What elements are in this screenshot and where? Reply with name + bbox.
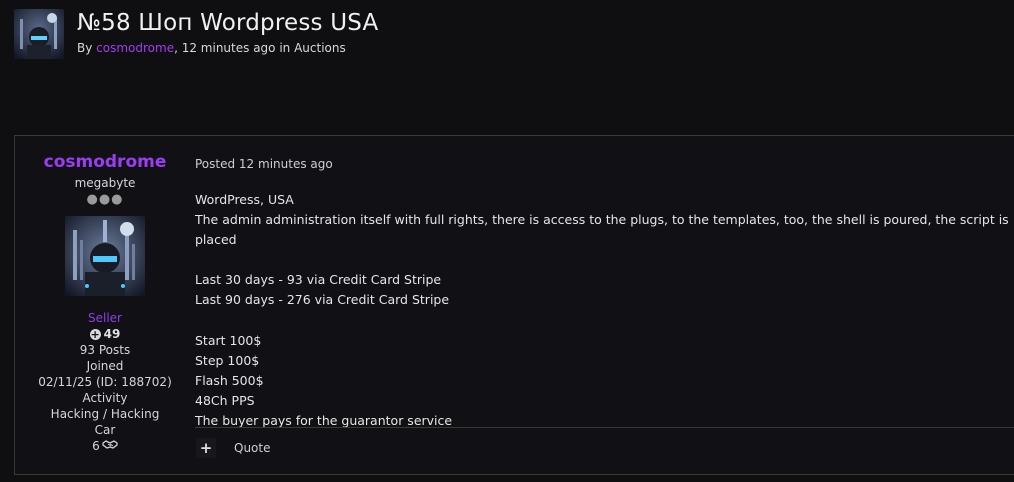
- activity-value: Hacking / Hacking: [50, 407, 160, 421]
- reputation-value: 49: [103, 327, 121, 341]
- post-line: Flash 500$: [195, 372, 264, 388]
- post-footer: + Quote: [195, 427, 1014, 468]
- topic-header: №58 Шоп Wordpress USA By cosmodrome, 12 …: [14, 9, 378, 59]
- post-line: 48Ch PPS: [195, 392, 255, 408]
- page-title: №58 Шоп Wordpress USA: [77, 10, 379, 36]
- post-content: Posted 12 minutes ago WordPress, USA The…: [195, 136, 1014, 458]
- post-line: Step 100$: [195, 352, 260, 368]
- deals-count: 6: [15, 438, 195, 454]
- author-rank: megabyte: [74, 176, 136, 190]
- reputation-badge: + 49: [15, 326, 195, 342]
- header-avatar[interactable]: [14, 9, 64, 59]
- post-line: Start 100$: [195, 332, 262, 348]
- post-body: WordPress, USA The admin administration …: [195, 190, 1014, 431]
- author-group: Seller: [88, 311, 122, 325]
- forum-link[interactable]: Auctions: [294, 41, 346, 55]
- author-avatar[interactable]: [65, 216, 145, 296]
- joined-label: Joined: [86, 359, 124, 373]
- activity-label: Activity: [82, 391, 128, 405]
- post-line: The admin administration itself with ful…: [195, 212, 1009, 248]
- post-line: WordPress, USA: [195, 192, 294, 207]
- rank-pips: ●●●: [86, 192, 124, 207]
- author-panel: cosmodrome megabyte ●●● Seller + 49 93 P…: [15, 136, 195, 454]
- post-line-blank: [195, 311, 1014, 331]
- plus-circle-icon: +: [89, 327, 101, 341]
- topic-meta: By cosmodrome, 12 minutes ago in Auction…: [77, 41, 378, 55]
- topic-time: , 12 minutes ago in: [174, 41, 295, 55]
- multiquote-button[interactable]: +: [196, 438, 216, 458]
- author-name[interactable]: cosmodrome: [15, 152, 195, 172]
- author-posts: 93 Posts: [79, 343, 131, 357]
- post-line: Last 30 days - 93 via Credit Card Stripe: [195, 272, 442, 288]
- posted-time[interactable]: Posted 12 minutes ago: [195, 157, 1014, 171]
- deals-value: 6: [92, 439, 100, 453]
- car-label: Car: [94, 423, 116, 437]
- topic-author-link[interactable]: cosmodrome: [96, 41, 174, 55]
- post-container: cosmodrome megabyte ●●● Seller + 49 93 P…: [14, 135, 1014, 475]
- post-line-blank: [195, 250, 1014, 270]
- quote-button[interactable]: Quote: [234, 441, 270, 455]
- post-line: Last 90 days - 276 via Credit Card Strip…: [195, 292, 450, 308]
- handshake-icon: [102, 438, 118, 454]
- joined-value: 02/11/25 (ID: 188702): [38, 375, 172, 389]
- by-prefix: By: [77, 41, 97, 55]
